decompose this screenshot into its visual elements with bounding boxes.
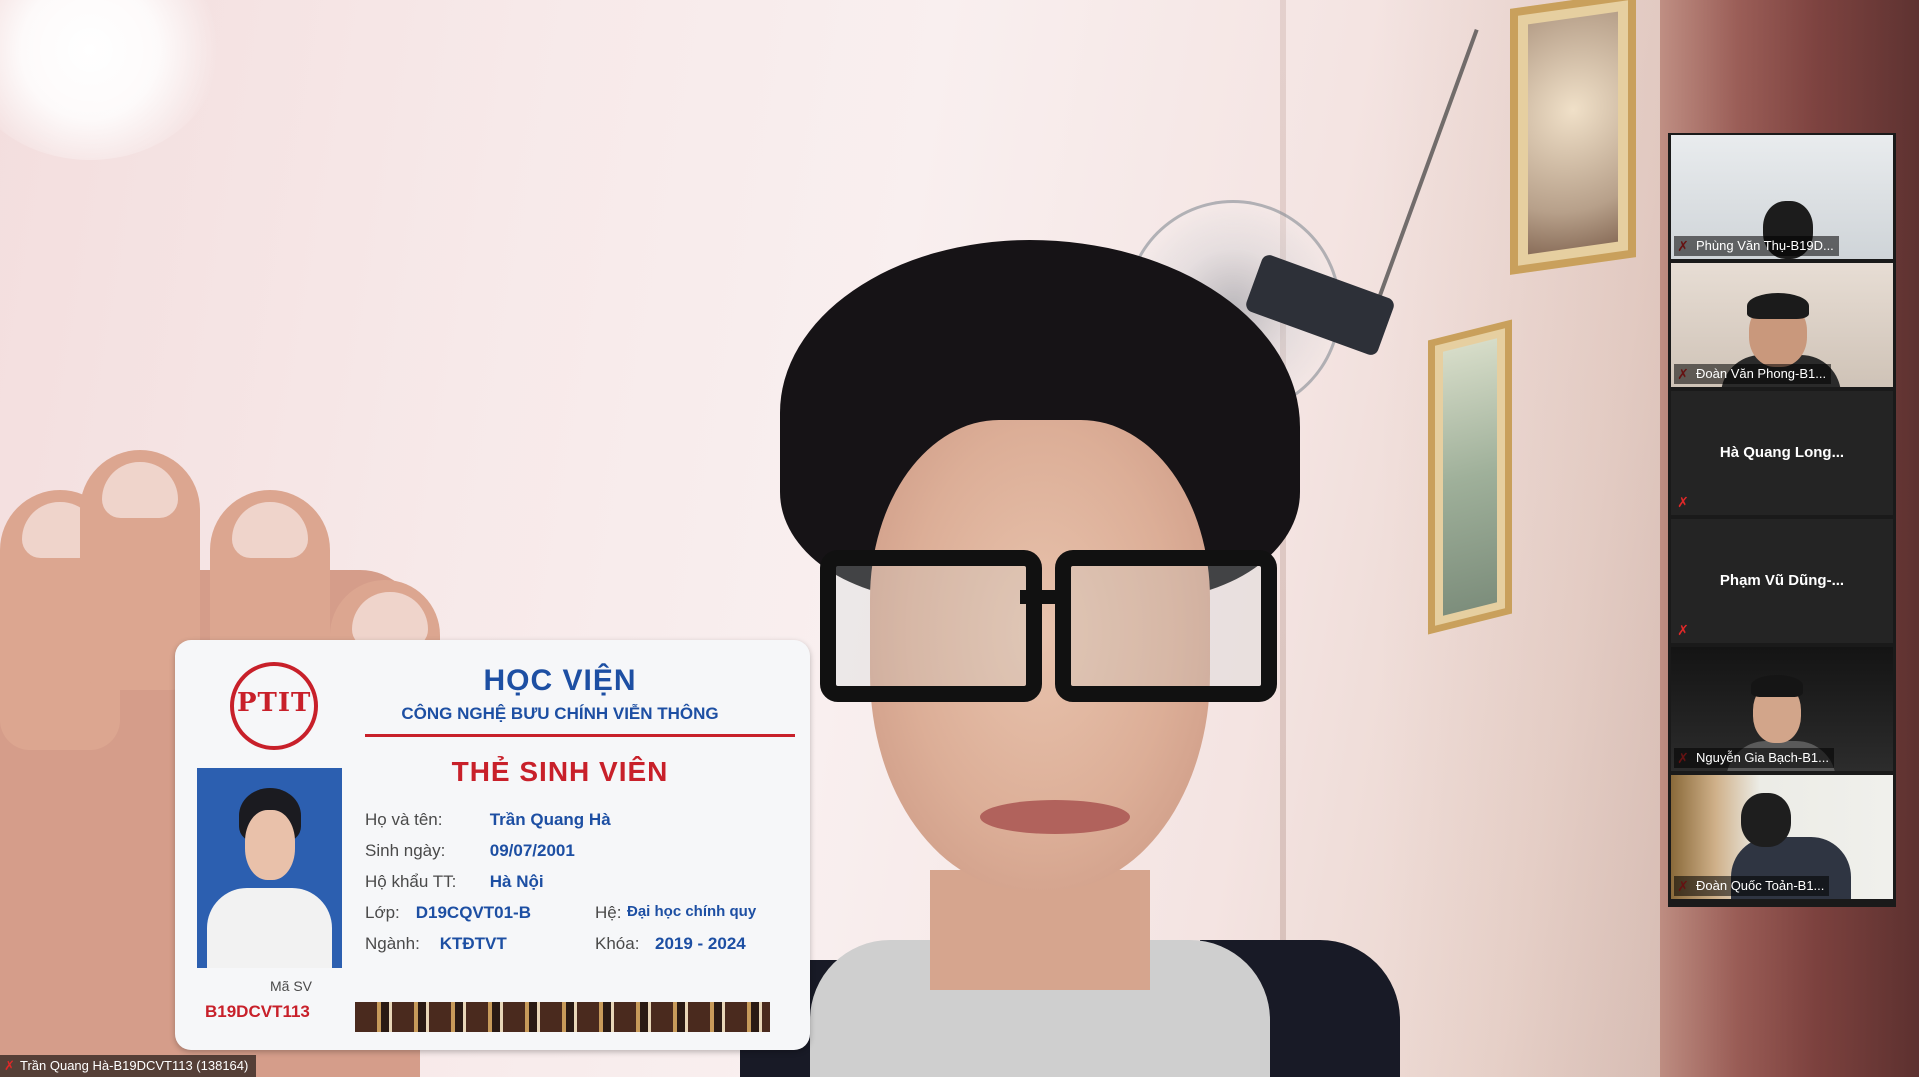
ptit-logo-text: PTIT (237, 688, 312, 718)
field-dob: Sinh ngày: 09/07/2001 (365, 841, 575, 860)
student-id-label: Mã SV (270, 978, 313, 994)
participant-name: Nguyễn Gia Bạch-B1... (1674, 748, 1834, 768)
participant-tile[interactable]: ✗ Đoàn Quốc Toản-B1... (1671, 775, 1893, 899)
card-header: HỌC VIỆN CÔNG NGHỆ BƯU CHÍNH VIỄN THÔNG (325, 664, 795, 724)
participant-tile[interactable]: Phạm Vũ Dũng-... ✗ (1671, 519, 1893, 643)
field-class-system: Lớp: D19CQVT01-B Hệ: Đại học chính quy (365, 903, 757, 922)
main-participant-label: Trần Quang Hà-B19DCVT113 (138164) (0, 1055, 257, 1077)
glasses (820, 550, 1280, 702)
participant-tile[interactable]: ✗ Đoàn Văn Phong-B1... (1671, 263, 1893, 387)
institute-line2: CÔNG NGHỆ BƯU CHÍNH VIỄN THÔNG (401, 704, 719, 723)
student-id-card: PTIT HỌC VIỆN CÔNG NGHỆ BƯU CHÍNH VIỄN T… (175, 640, 810, 1050)
participant-name: Đoàn Quốc Toản-B1... (1674, 876, 1830, 896)
field-address: Hộ khẩu TT: Hà Nội (365, 872, 544, 891)
participant-name: Phùng Văn Thụ-B19D... (1674, 236, 1839, 256)
light-glare (0, 0, 220, 160)
participant-name: Đoàn Văn Phong-B1... (1674, 364, 1832, 384)
participant-name-centered: Phạm Vũ Dũng-... (1719, 572, 1845, 589)
participant-tile[interactable]: Hà Quang Long... ✗ (1671, 391, 1893, 515)
institute-line1: HỌC VIỆN (483, 664, 637, 697)
field-name: Họ và tên: Trần Quang Hà (365, 810, 611, 829)
student-photo (197, 768, 342, 968)
participant-strip[interactable]: ✗ Phùng Văn Thụ-B19D... ✗ Đoàn Văn Phong… (1668, 133, 1896, 907)
muted-microphone-icon: ✗ (1677, 494, 1689, 510)
card-fields: Họ và tên: Trần Quang Hà Sinh ngày: 09/0… (365, 810, 795, 965)
main-video: PTIT HỌC VIỆN CÔNG NGHỆ BƯU CHÍNH VIỄN T… (0, 0, 1919, 1077)
muted-microphone-icon: ✗ (4, 1058, 15, 1073)
participant-person (740, 240, 1400, 1077)
barcode (355, 1002, 770, 1032)
participant-tile[interactable]: ✗ Phùng Văn Thụ-B19D... (1671, 135, 1893, 259)
participant-tile[interactable]: ✗ Nguyễn Gia Bạch-B1... (1671, 647, 1893, 771)
muted-microphone-icon: ✗ (1677, 622, 1689, 638)
wall-picture-frame-small (1428, 319, 1512, 635)
student-id: B19DCVT113 (205, 1002, 310, 1021)
card-divider (365, 734, 795, 737)
field-major-course: Ngành: KTĐTVT Khóa: 2019 - 2024 (365, 934, 746, 953)
wall-picture-frame (1510, 0, 1636, 275)
participant-name-centered: Hà Quang Long... (1719, 444, 1845, 461)
card-title: THẺ SINH VIÊN (451, 756, 669, 787)
